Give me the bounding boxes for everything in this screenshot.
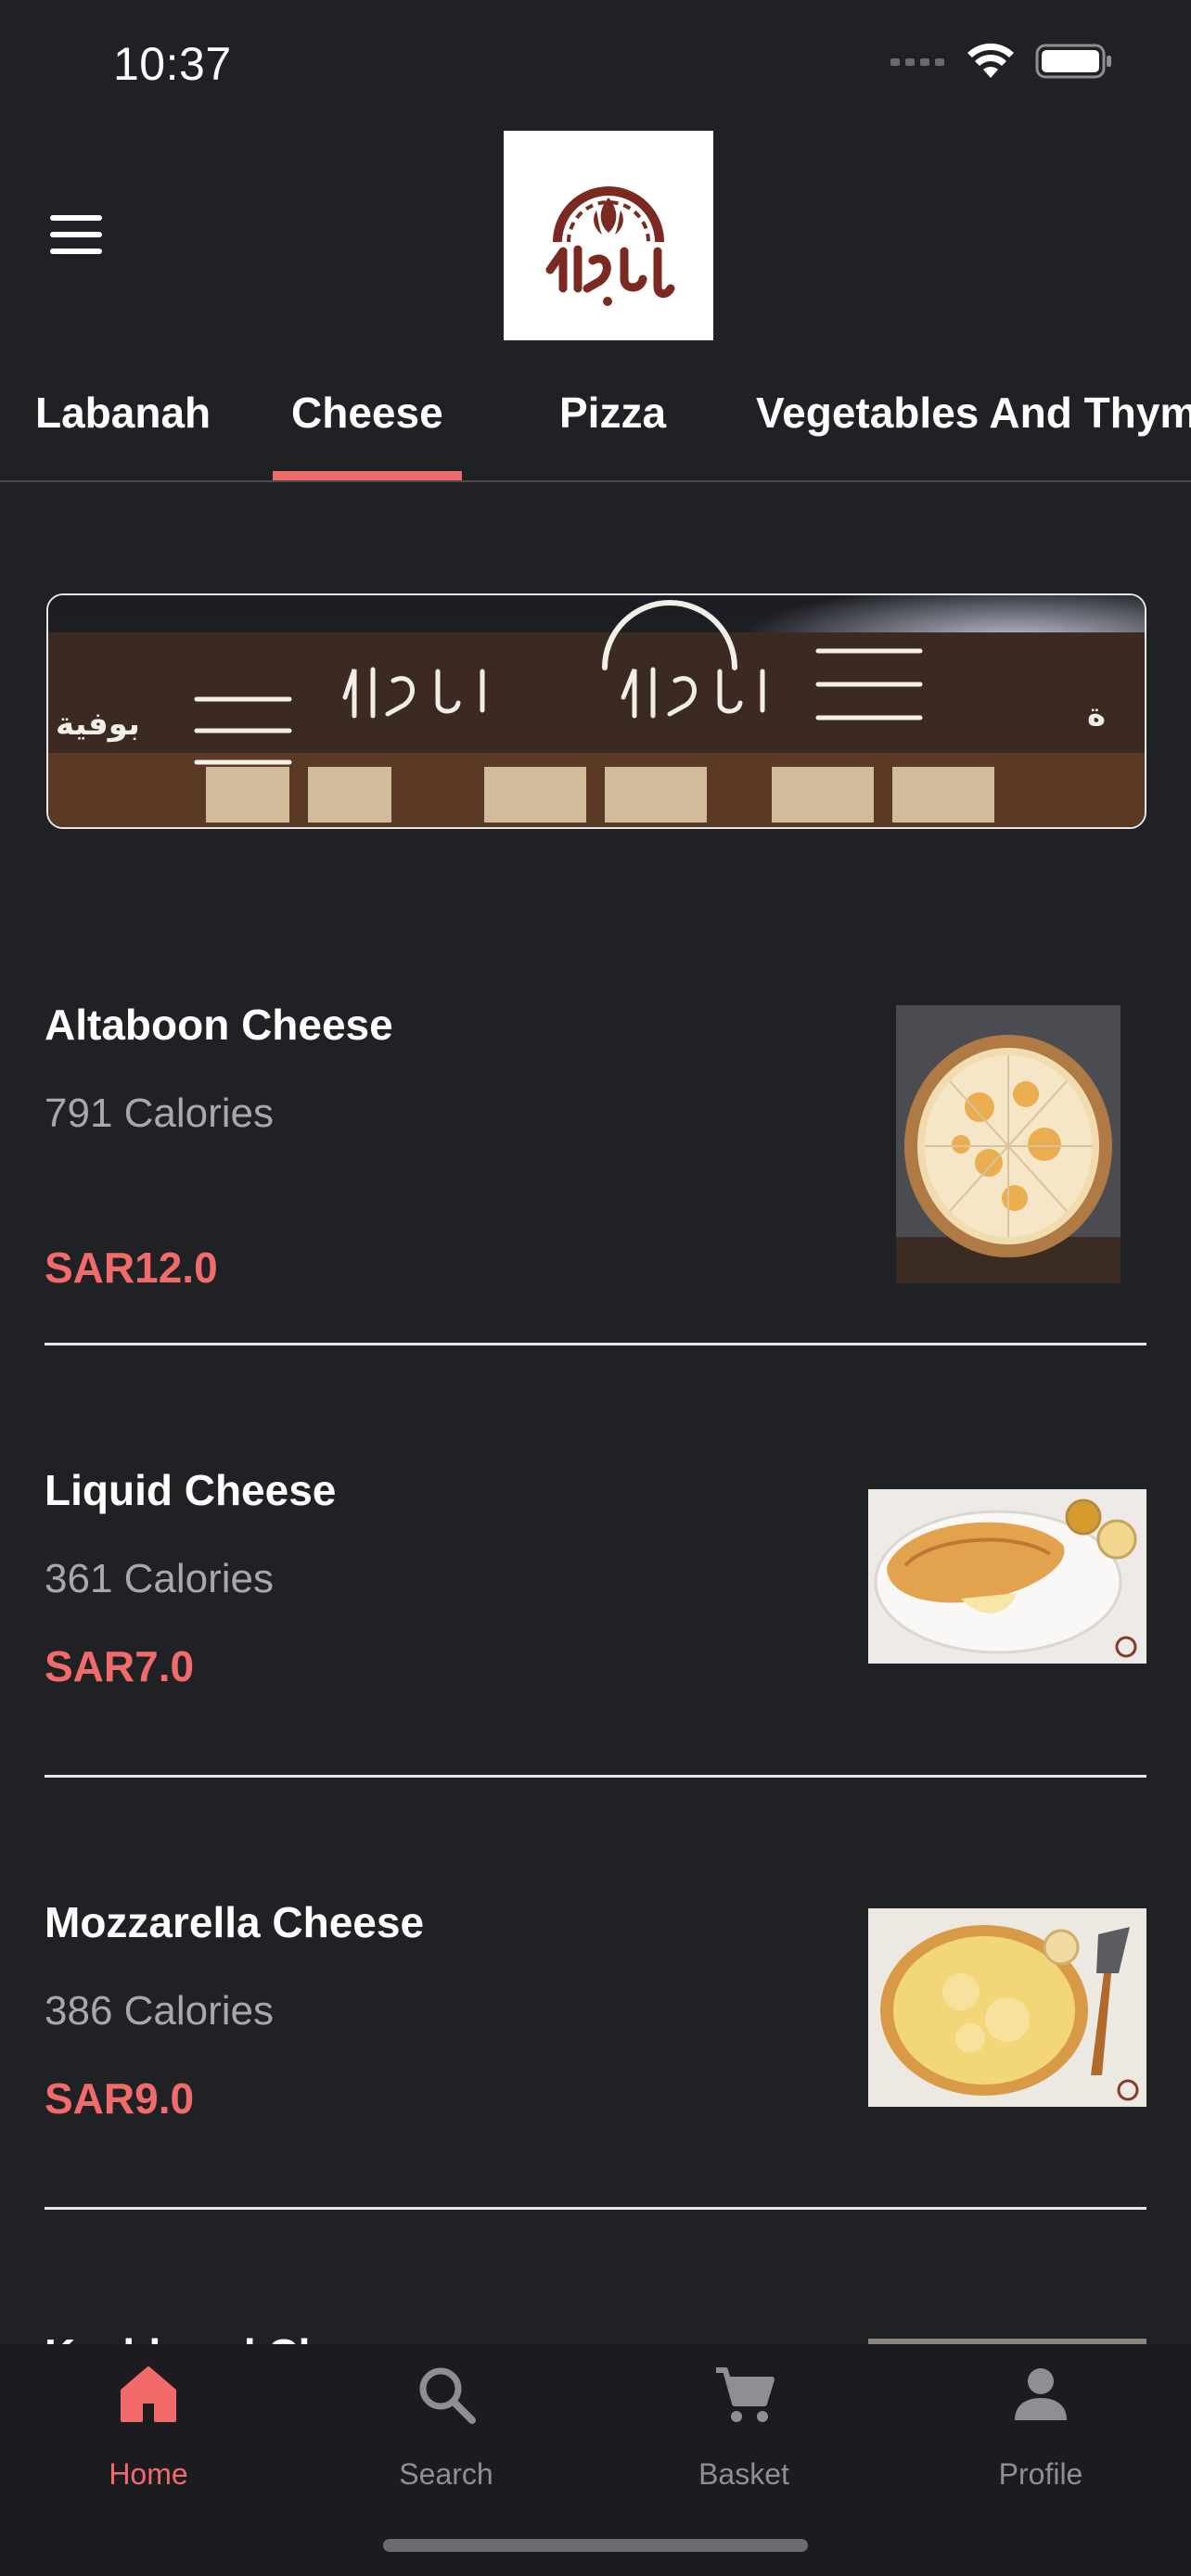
cellular-signal-icon — [890, 58, 944, 66]
item-image — [896, 1005, 1121, 1283]
hamburger-line — [50, 249, 102, 254]
nav-profile-label: Profile — [998, 2457, 1083, 2491]
home-indicator — [383, 2539, 808, 2552]
tab-vegetables-and-thyme[interactable]: Vegetables And Thyme — [756, 388, 1191, 438]
storefront-image: بوفية ة — [48, 595, 1145, 827]
home-icon — [121, 2366, 176, 2422]
item-calories: 386 Calories — [45, 1988, 275, 2034]
search-icon — [419, 2367, 476, 2424]
item-price: SAR7.0 — [45, 1642, 195, 1690]
menu-item[interactable]: Liquid Cheese 361 Calories SAR7.0 — [45, 1456, 1146, 1779]
item-divider — [45, 1775, 1146, 1778]
cart-icon — [716, 2367, 775, 2422]
status-icons — [890, 43, 1113, 80]
item-divider — [45, 1343, 1146, 1345]
profile-icon — [1015, 2368, 1067, 2420]
menu-button[interactable] — [50, 213, 106, 254]
hamburger-icon — [50, 215, 102, 221]
restaurant-logo — [504, 131, 713, 340]
hamburger-line — [50, 232, 102, 237]
menu-item[interactable]: Mozzarella Cheese 386 Calories SAR9.0 — [45, 1888, 1146, 2211]
battery-icon — [1035, 44, 1111, 79]
tab-pizza[interactable]: Pizza — [559, 388, 666, 438]
oven-logo-icon — [545, 186, 675, 306]
item-calories: 361 Calories — [45, 1556, 275, 1601]
item-image — [868, 1908, 1146, 2107]
nav-search-label: Search — [399, 2457, 493, 2491]
item-divider — [45, 2207, 1146, 2210]
tab-cheese[interactable]: Cheese — [291, 388, 443, 438]
menu-item[interactable]: Altaboon Cheese 791 Calories SAR12.0 — [45, 990, 1146, 1346]
item-name: Liquid Cheese — [45, 1466, 337, 1514]
nav-basket-label: Basket — [698, 2457, 789, 2491]
storefront-banner: بوفية ة — [46, 593, 1146, 829]
category-tabs: Labanah Cheese Pizza Vegetables And Thym… — [0, 371, 1191, 482]
item-calories: 791 Calories — [45, 1090, 275, 1136]
tab-labanah[interactable]: Labanah — [35, 388, 211, 438]
active-tab-indicator — [273, 471, 462, 480]
item-image — [868, 1489, 1146, 1664]
svg-text:ة: ة — [1087, 696, 1106, 733]
svg-text:بوفية: بوفية — [56, 706, 140, 743]
item-name: Mozzarella Cheese — [45, 1898, 425, 1946]
nav-home-label: Home — [109, 2457, 188, 2491]
item-price: SAR9.0 — [45, 2074, 195, 2123]
status-time: 10:37 — [113, 38, 232, 90]
item-price: SAR12.0 — [45, 1243, 218, 1292]
item-name: Altaboon Cheese — [45, 1001, 393, 1049]
wifi-icon — [967, 43, 1014, 78]
screen: 10:37 Labanah Cheese Pizza Vegetables An… — [0, 0, 1191, 2576]
